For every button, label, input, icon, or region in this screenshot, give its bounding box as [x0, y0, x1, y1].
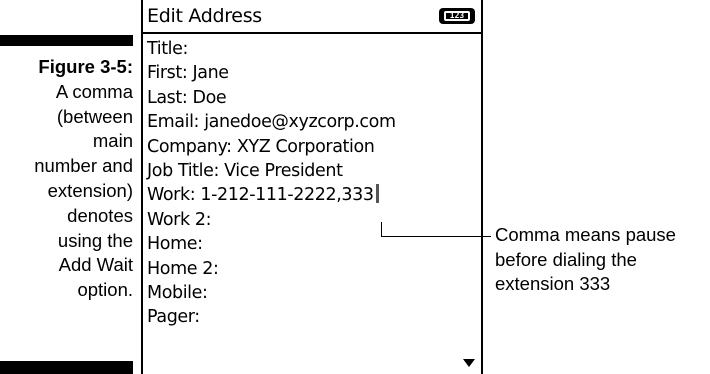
caption-line: main [92, 130, 133, 152]
figure-caption: Figure 3-5: A comma (between main number… [0, 55, 133, 303]
figure-number: Figure 3-5: [38, 56, 133, 77]
scroll-down-arrow-icon[interactable] [463, 359, 475, 367]
address-fields: Title: First: Jane Last: Doe Email: jane… [147, 37, 481, 330]
caption-line: (between [56, 105, 133, 127]
field-work[interactable]: Work: 1-212-111-2222,333 [147, 183, 481, 207]
callout-line: Comma means pause [495, 224, 676, 245]
caption-bottom-rule [0, 361, 133, 374]
text-cursor [375, 184, 379, 204]
field-home-2[interactable]: Home 2: [147, 257, 481, 281]
keyboard-mode-indicator[interactable]: 123 [439, 8, 475, 24]
caption-line: option. [77, 279, 133, 301]
callout-leader-vertical [381, 222, 382, 236]
field-company[interactable]: Company: XYZ Corporation [147, 135, 481, 159]
field-last-name[interactable]: Last: Doe [147, 86, 481, 110]
caption-line: using the [57, 229, 133, 251]
caption-line: A comma [55, 80, 133, 102]
title-bar: Edit Address 123 [143, 0, 481, 34]
caption-line: extension) [47, 179, 133, 201]
edit-address-screen: Edit Address 123 Title: First: Jane Last… [141, 0, 483, 374]
caption-line: number and [34, 155, 133, 177]
numeric-mode-icon: 123 [444, 11, 470, 21]
field-first-name[interactable]: First: Jane [147, 61, 481, 85]
field-title[interactable]: Title: [147, 37, 481, 61]
callout-line: before dialing the [495, 248, 637, 270]
field-work-2[interactable]: Work 2: [147, 208, 481, 232]
field-job-title[interactable]: Job Title: Vice President [147, 159, 481, 183]
callout-line: extension 333 [495, 273, 611, 294]
caption-line: Add Wait [58, 254, 133, 276]
caption-line: denotes [67, 204, 133, 226]
window-title: Edit Address [147, 5, 262, 27]
field-email[interactable]: Email: janedoe@xyzcorp.com [147, 110, 481, 134]
field-mobile[interactable]: Mobile: [147, 281, 481, 305]
caption-top-rule [0, 35, 133, 46]
callout-leader-horizontal [381, 236, 491, 237]
field-work-text: Work: 1-212-111-2222,333 [147, 185, 374, 206]
field-pager[interactable]: Pager: [147, 305, 481, 329]
callout-annotation: Comma means pause before dialing the ext… [495, 223, 676, 297]
